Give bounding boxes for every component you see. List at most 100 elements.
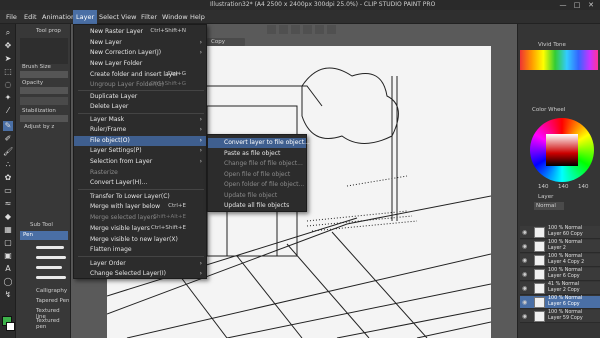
text-icon[interactable]: A (3, 264, 13, 274)
menu-layer-settings[interactable]: Layer Settings(P) (90, 147, 142, 154)
menu-selection-from-layer[interactable]: Selection from Layer (90, 158, 152, 165)
layer-row[interactable]: ◉ 41 % Normal Layer 2 Copy (520, 282, 600, 295)
eye-icon[interactable]: ◉ (522, 299, 527, 306)
menu-update-file-object[interactable]: Update file object (224, 192, 277, 199)
pencil-icon[interactable]: ✐ (3, 134, 13, 144)
brush-stroke[interactable] (36, 256, 66, 259)
color-set-palette[interactable] (520, 50, 598, 70)
balloon-icon[interactable]: ◯ (3, 277, 13, 287)
command-icon[interactable] (279, 25, 288, 34)
menu-ruler-frame[interactable]: Ruler/Frame (90, 126, 126, 133)
opacity-slider[interactable] (20, 87, 68, 94)
eye-icon[interactable]: ◉ (522, 285, 527, 292)
minimize-button[interactable]: — (556, 0, 570, 10)
menu-layer-mask[interactable]: Layer Mask (90, 116, 124, 123)
command-icon[interactable] (315, 25, 324, 34)
canvas-tab[interactable]: Copy (207, 38, 245, 46)
command-icon[interactable] (303, 25, 312, 34)
menu-paste-as-file-object[interactable]: Paste as file object (224, 150, 280, 157)
menu-merge-visible-new[interactable]: Merge visible to new layer(X) (90, 236, 178, 243)
layer-row[interactable]: ◉ 100 % Normal Layer 4 Copy 2 (520, 254, 600, 267)
brush-tapered-pen[interactable]: Tapered Pen (36, 298, 69, 304)
layer-row[interactable]: ◉ 100 % Normal Layer 60 Copy (520, 226, 600, 239)
eye-icon[interactable]: ◉ (522, 229, 527, 236)
layer-row[interactable]: ◉ 100 % Normal Layer 6 Copy (520, 268, 600, 281)
eyedropper-icon[interactable]: ⁄ (3, 106, 13, 116)
menu-duplicate-layer[interactable]: Duplicate Layer (90, 93, 137, 100)
blend-mode-select[interactable]: Normal (534, 202, 564, 210)
brush-calligraphy[interactable]: Calligraphy (36, 288, 67, 294)
eye-icon[interactable]: ◉ (522, 243, 527, 250)
brush-icon[interactable]: 🖌 (3, 147, 13, 157)
menu-update-all-file-objects[interactable]: Update all file objects (224, 202, 289, 209)
menu-help[interactable]: Help (190, 13, 205, 21)
menu-change-file[interactable]: Change file of file object... (224, 160, 303, 167)
eye-icon[interactable]: ◉ (522, 271, 527, 278)
menu-open-folder[interactable]: Open folder of file object... (224, 181, 304, 188)
brush-size-slider[interactable] (20, 71, 68, 78)
pointer-icon[interactable]: ➤ (3, 54, 13, 64)
menu-merge-below[interactable]: Merge with layer below (90, 203, 160, 210)
selection-icon[interactable]: ⬚ (3, 67, 13, 77)
command-icon[interactable] (291, 25, 300, 34)
adjust-label[interactable]: Adjust by z (24, 124, 54, 130)
menu-new-raster-layer[interactable]: New Raster Layer (90, 28, 143, 35)
brush-textured-pen[interactable]: Textured pen (36, 318, 70, 330)
menu-new-correction-layer[interactable]: New Correction Layer(J) (90, 49, 161, 56)
brush-stroke[interactable] (36, 246, 64, 249)
menu-view[interactable]: View (121, 13, 136, 21)
frame-icon[interactable]: ▣ (3, 251, 13, 261)
brush-stroke[interactable] (36, 266, 62, 269)
close-button[interactable]: ✕ (584, 0, 598, 10)
brush-stroke[interactable] (36, 276, 66, 279)
menu-edit[interactable]: Edit (24, 13, 37, 21)
pen-icon[interactable]: ✎ (3, 121, 13, 131)
menu-transfer-lower[interactable]: Transfer To Lower Layer(C) (90, 193, 170, 200)
menu-rasterize[interactable]: Rasterize (90, 169, 118, 176)
layer-row[interactable]: ◉ 100 % Normal Layer 2 (520, 240, 600, 253)
menu-new-layer[interactable]: New Layer (90, 39, 122, 46)
menu-select[interactable]: Select (99, 13, 119, 21)
lasso-icon[interactable]: ◌ (3, 80, 13, 90)
menu-merge-visible[interactable]: Merge visible layers (90, 225, 150, 232)
eraser-icon[interactable]: ▭ (3, 186, 13, 196)
stabilization-slider[interactable] (20, 115, 68, 122)
command-icon[interactable] (327, 25, 336, 34)
menu-convert-layer[interactable]: Convert Layer(H)... (90, 179, 147, 186)
eye-icon[interactable]: ◉ (522, 313, 527, 320)
layer-row[interactable]: ◉ 100 % Normal Layer 59 Copy (520, 310, 600, 323)
menu-open-file[interactable]: Open file of file object (224, 171, 290, 178)
color-wheel[interactable] (530, 118, 594, 182)
menu-filter[interactable]: Filter (141, 13, 157, 21)
menu-create-folder[interactable]: Create folder and insert layer (90, 71, 178, 78)
menu-layer-order[interactable]: Layer Order (90, 260, 126, 267)
wand-icon[interactable]: ✦ (3, 93, 13, 103)
menu-flatten-image[interactable]: Flatten image (90, 246, 132, 253)
layer-row[interactable]: ◉ 100 % Normal Layer 6 Copy (520, 296, 600, 309)
menu-file-object[interactable]: File object(O) (90, 137, 130, 144)
blend-setting[interactable] (20, 97, 68, 105)
menu-file[interactable]: File (6, 13, 17, 21)
eye-icon[interactable]: ◉ (522, 257, 527, 264)
menu-animation[interactable]: Animation (42, 13, 75, 21)
blend-icon[interactable]: ≈ (3, 199, 13, 209)
menu-delete-layer[interactable]: Delete Layer (90, 103, 128, 110)
menu-merge-selected[interactable]: Merge selected layers (90, 214, 156, 221)
menu-new-layer-folder[interactable]: New Layer Folder (90, 60, 142, 67)
correct-line-icon[interactable]: ↯ (3, 290, 13, 300)
figure-icon[interactable]: ▢ (3, 238, 13, 248)
menu-window[interactable]: Window (162, 13, 188, 21)
menu-layer[interactable]: Layer (73, 10, 98, 24)
maximize-button[interactable]: □ (570, 0, 584, 10)
sub-color-swatch[interactable] (6, 322, 15, 331)
pen-tab[interactable]: Pen (20, 231, 68, 240)
move-icon[interactable]: ✥ (3, 41, 13, 51)
command-icon[interactable] (267, 25, 276, 34)
saturation-square[interactable] (546, 134, 578, 166)
menu-convert-to-file-object[interactable]: Convert layer to file object... (224, 139, 310, 146)
zoom-icon[interactable]: ⌕ (3, 28, 13, 38)
fill-icon[interactable]: ◆ (3, 212, 13, 222)
airbrush-icon[interactable]: ∴ (3, 160, 13, 170)
gradient-icon[interactable]: ▦ (3, 225, 13, 235)
menu-change-selected-layer[interactable]: Change Selected Layer(I) (90, 270, 166, 277)
